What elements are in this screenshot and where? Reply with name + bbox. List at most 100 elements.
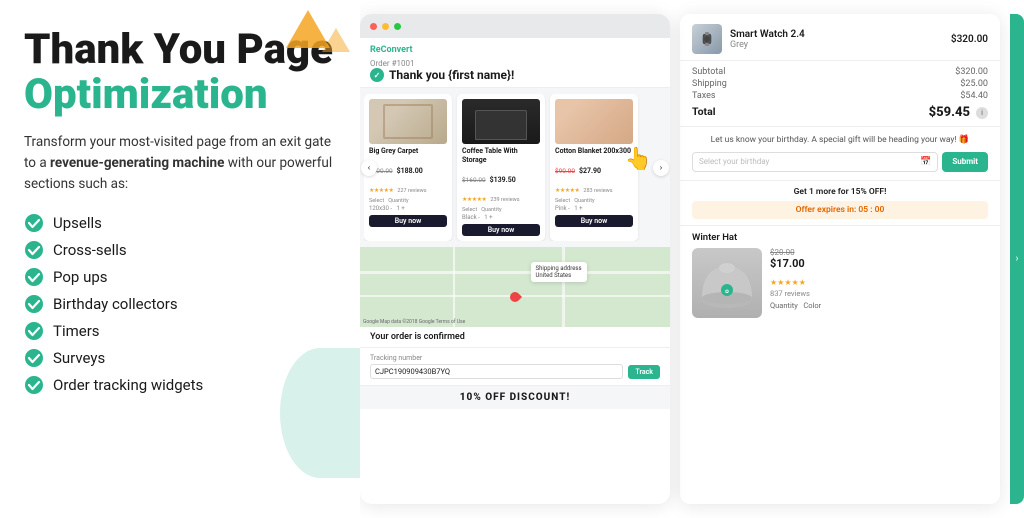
- upsell-label: Get 1 more for 15% OFF!: [692, 187, 988, 197]
- discount-banner: 10% OFF DISCOUNT!: [360, 386, 670, 409]
- total-price: $59.45: [929, 105, 970, 120]
- winter-hat-content: ✿ $20.00 $17.00 ★★★★★ 837 reviews Quanti…: [692, 248, 988, 318]
- reviews-blanket: 283 reviews: [583, 188, 612, 194]
- svg-text:✿: ✿: [725, 289, 729, 295]
- product-image-blanket: [555, 99, 633, 144]
- scroll-right-arrow[interactable]: ›: [653, 160, 669, 176]
- browser-dot-green: [394, 23, 401, 30]
- feature-surveys: Surveys: [24, 348, 336, 368]
- product-avatar: [692, 24, 722, 54]
- tracking-section: Tracking number CJPC190909430B7YQ Track: [360, 348, 670, 386]
- order-number: Order #1001: [370, 59, 415, 68]
- map-background: Shipping address United States Google Ma…: [360, 247, 670, 327]
- products-row: ‹ Big Grey Carpet $200.00 $188.00 ★★★★★ …: [360, 88, 670, 247]
- feature-popups: Pop ups: [24, 267, 336, 287]
- map-road-v1: [453, 247, 455, 327]
- buy-btn-table[interactable]: Buy now: [462, 224, 540, 236]
- rp-product-info: Smart Watch 2.4 Grey: [730, 29, 943, 50]
- hat-stars: ★★★★★: [770, 278, 806, 287]
- check-icon-7: [24, 375, 44, 395]
- reviews-table: 239 reviews: [490, 197, 519, 203]
- map-tooltip: Shipping address United States: [531, 262, 587, 282]
- hat-image: ✿: [692, 248, 762, 318]
- check-icon-3: [24, 267, 44, 287]
- rp-product-variant: Grey: [730, 40, 943, 50]
- check-icon-4: [24, 294, 44, 314]
- order-confirmed: Your order is confirmed: [360, 327, 670, 348]
- buy-btn-blanket[interactable]: Buy now: [555, 215, 633, 227]
- browser-dot-yellow: [382, 23, 389, 30]
- controls-blanket: Select Quantity: [555, 198, 633, 204]
- features-list: Upsells Cross-sells Pop ups Birthday col…: [24, 213, 336, 395]
- hat-price-new: $17.00: [770, 257, 821, 270]
- map-pin: [508, 290, 522, 304]
- product-card-table: Coffee Table With Storage $160.00 $139.5…: [457, 94, 545, 241]
- right-edge-arrow: ›: [1015, 254, 1018, 265]
- right-edge: ›: [1010, 14, 1024, 504]
- subtotal-row: Subtotal $320.00: [692, 67, 988, 77]
- browser-mockup: ReConvert Order #1001 ✓ Thank you {first…: [360, 14, 670, 504]
- rp-product-header: Smart Watch 2.4 Grey $320.00: [680, 14, 1000, 61]
- offer-timer: Offer expires in: 05 : 00: [692, 201, 988, 219]
- feature-timers: Timers: [24, 321, 336, 341]
- rp-totals: Subtotal $320.00 Shipping $25.00 Taxes $…: [680, 61, 1000, 127]
- upsell-section: Get 1 more for 15% OFF! Offer expires in…: [680, 181, 1000, 226]
- hat-reviews: 837 reviews: [770, 289, 821, 298]
- rp-product-name: Smart Watch 2.4: [730, 29, 943, 40]
- buy-btn-carpet[interactable]: Buy now: [369, 215, 447, 227]
- map-section: Shipping address United States Google Ma…: [360, 247, 670, 327]
- cursor-hand: 👆: [625, 147, 652, 172]
- total-row: Total $59.45 i: [692, 105, 988, 120]
- hat-price-old: $20.00: [770, 248, 821, 257]
- stars-table: ★★★★★: [462, 196, 486, 203]
- map-watermark: Google Map data ©2018 Google Terms of Us…: [363, 319, 465, 325]
- price-new-blanket: $27.90: [579, 167, 601, 175]
- subtitle: Transform your most-visited page from an…: [24, 132, 334, 195]
- product-name-blanket: Cotton Blanket 200x300: [555, 147, 633, 156]
- birthday-input-row: Select your birthday 📅 Submit: [692, 152, 988, 172]
- scroll-left-arrow[interactable]: ‹: [361, 160, 377, 176]
- thank-you-text: ✓ Thank you {first name}!: [370, 68, 660, 82]
- price-new-carpet: $188.00: [397, 167, 423, 175]
- right-panel: Smart Watch 2.4 Grey $320.00 Subtotal $3…: [680, 14, 1000, 504]
- stars-blanket: ★★★★★: [555, 187, 579, 194]
- feature-birthday: Birthday collectors: [24, 294, 336, 314]
- tracking-number: CJPC190909430B7YQ: [370, 364, 623, 379]
- check-icon-2: [24, 240, 44, 260]
- info-icon: i: [976, 107, 988, 119]
- browser-bar: [360, 14, 670, 38]
- browser-dot-red: [370, 23, 377, 30]
- mock-logo: ReConvert: [370, 45, 413, 55]
- winter-hat-label: Winter Hat: [692, 232, 988, 243]
- map-road-v2: [562, 247, 565, 327]
- check-icon: [24, 213, 44, 233]
- birthday-section: Let us know your birthday. A special gif…: [680, 127, 1000, 181]
- rp-product-price: $320.00: [951, 34, 988, 45]
- submit-button[interactable]: Submit: [942, 152, 988, 172]
- taxes-row: Taxes $54.40: [692, 91, 988, 101]
- shipping-row: Shipping $25.00: [692, 79, 988, 89]
- mock-content: ReConvert Order #1001 ✓ Thank you {first…: [360, 38, 670, 504]
- calendar-icon: 📅: [920, 157, 931, 167]
- controls-table: Select Quantity: [462, 207, 540, 213]
- birthday-title: Let us know your birthday. A special gif…: [692, 135, 988, 147]
- right-area: ReConvert Order #1001 ✓ Thank you {first…: [360, 0, 1024, 518]
- check-circle: ✓: [370, 68, 384, 82]
- birthday-input[interactable]: Select your birthday 📅: [692, 152, 938, 172]
- reviews-carpet: 227 reviews: [397, 188, 426, 194]
- price-old-table: $160.00: [462, 176, 486, 184]
- check-icon-5: [24, 321, 44, 341]
- stars-carpet: ★★★★★: [369, 187, 393, 194]
- products-scroll: Big Grey Carpet $200.00 $188.00 ★★★★★ 22…: [364, 94, 666, 241]
- track-button[interactable]: Track: [628, 365, 660, 379]
- deco-triangle-small: [322, 28, 350, 52]
- feature-crosssells: Cross-sells: [24, 240, 336, 260]
- map-road-h1: [360, 271, 670, 274]
- product-name-table: Coffee Table With Storage: [462, 147, 540, 165]
- hat-options: Quantity Color: [770, 301, 821, 310]
- tracking-label: Tracking number: [370, 354, 660, 362]
- deco-teal-shape: [280, 348, 360, 478]
- product-image-table: [462, 99, 540, 144]
- price-old-blanket: $90.00: [555, 167, 575, 175]
- price-new-table: $139.50: [490, 176, 516, 184]
